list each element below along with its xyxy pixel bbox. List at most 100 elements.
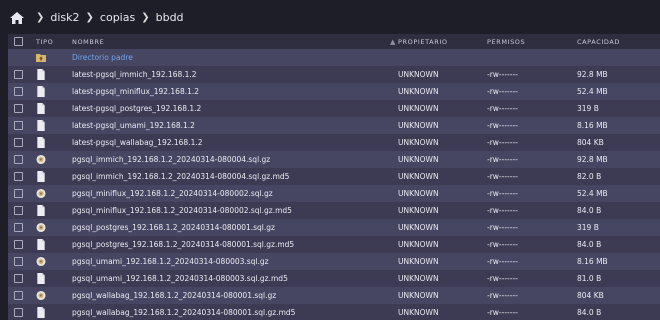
type-icon-cell: [36, 253, 72, 270]
breadcrumb-item-copias[interactable]: copias: [100, 11, 135, 24]
file-size: 804 KB: [577, 291, 604, 300]
file-owner: UNKNOWN: [398, 223, 439, 232]
table-row[interactable]: latest-pgsql_miniflux_192.168.1.2 UNKNOWN…: [8, 83, 660, 100]
table-row[interactable]: pgsql_immich_192.168.1.2_20240314-080004…: [8, 168, 660, 185]
table-row[interactable]: latest-pgsql_immich_192.168.1.2 UNKNOWN -r…: [8, 66, 660, 83]
parent-directory-row[interactable]: Directorio padre: [8, 49, 660, 66]
sort-up-icon[interactable]: ▲: [390, 38, 396, 46]
table-row[interactable]: pgsql_postgres_192.168.1.2_20240314-0800…: [8, 236, 660, 253]
file-owner: UNKNOWN: [398, 121, 439, 130]
parent-directory-link[interactable]: Directorio padre: [72, 49, 398, 66]
file-owner: UNKNOWN: [398, 291, 439, 300]
file-name[interactable]: pgsql_miniflux_192.168.1.2_20240314-0800…: [72, 202, 398, 219]
column-nombre-label: NOMBRE: [72, 37, 105, 46]
archive-icon: [36, 256, 46, 267]
archive-icon: [36, 154, 46, 165]
breadcrumb-item-bbdd[interactable]: bbdd: [156, 11, 184, 24]
column-tipo[interactable]: TIPO: [36, 34, 72, 49]
file-name[interactable]: pgsql_postgres_192.168.1.2_20240314-0800…: [72, 219, 398, 236]
archive-icon: [36, 290, 46, 301]
column-nombre[interactable]: NOMBRE ▲: [72, 34, 398, 49]
row-checkbox[interactable]: [14, 70, 23, 80]
column-capacidad[interactable]: CAPACIDAD: [577, 34, 660, 49]
breadcrumb-item-disk2[interactable]: disk2: [50, 11, 79, 24]
file-size: 319 B: [577, 223, 599, 232]
file-name[interactable]: latest-pgsql_miniflux_192.168.1.2: [72, 83, 398, 100]
empty-cell: [8, 49, 36, 66]
table-row[interactable]: latest-pgsql_umami_192.168.1.2 UNKNOWN -rw…: [8, 117, 660, 134]
file-size: 84.0 B: [577, 240, 602, 249]
table-row[interactable]: pgsql_postgres_192.168.1.2_20240314-0800…: [8, 219, 660, 236]
row-checkbox[interactable]: [14, 87, 23, 97]
file-name[interactable]: latest-pgsql_wallabag_192.168.1.2: [72, 134, 398, 151]
file-name[interactable]: pgsql_umami_192.168.1.2_20240314-080003.…: [72, 270, 398, 287]
row-checkbox[interactable]: [14, 138, 23, 148]
file-name[interactable]: latest-pgsql_umami_192.168.1.2: [72, 117, 398, 134]
table-row[interactable]: pgsql_umami_192.168.1.2_20240314-080003.…: [8, 253, 660, 270]
file-name[interactable]: pgsql_wallabag_192.168.1.2_20240314-0800…: [72, 287, 398, 304]
row-checkbox[interactable]: [14, 121, 23, 131]
file-name[interactable]: latest-pgsql_immich_192.168.1.2: [72, 66, 398, 83]
parent-directory-label[interactable]: Directorio padre: [72, 53, 133, 62]
table-row[interactable]: pgsql_immich_192.168.1.2_20240314-080004…: [8, 151, 660, 168]
file-permissions: -rw-------: [487, 240, 518, 249]
chevron-right-icon: ❯: [36, 12, 45, 23]
column-permisos[interactable]: PERMISOS: [487, 34, 577, 49]
file-name[interactable]: latest-pgsql_postgres_192.168.1.2: [72, 100, 398, 117]
table-row[interactable]: pgsql_wallabag_192.168.1.2_20240314-0800…: [8, 304, 660, 320]
file-size: 8.16 MB: [577, 121, 608, 130]
home-icon[interactable]: [10, 11, 24, 24]
file-name[interactable]: pgsql_wallabag_192.168.1.2_20240314-0800…: [72, 304, 398, 320]
empty-cell: [577, 49, 660, 66]
file-owner: UNKNOWN: [398, 138, 439, 147]
document-icon: [37, 273, 45, 284]
type-icon-cell: [36, 117, 72, 134]
table-row[interactable]: pgsql_wallabag_192.168.1.2_20240314-0800…: [8, 287, 660, 304]
type-icon-cell: [36, 287, 72, 304]
file-name[interactable]: pgsql_postgres_192.168.1.2_20240314-0800…: [72, 236, 398, 253]
row-checkbox[interactable]: [14, 172, 23, 182]
file-size: 804 KB: [577, 138, 604, 147]
file-size: 92.8 MB: [577, 70, 608, 79]
folder-up-icon: [36, 54, 46, 63]
document-icon: [37, 120, 45, 131]
row-checkbox-cell: [8, 151, 36, 168]
type-icon-cell: [36, 270, 72, 287]
document-icon: [37, 86, 45, 97]
table-row[interactable]: pgsql_miniflux_192.168.1.2_20240314-0800…: [8, 202, 660, 219]
row-checkbox[interactable]: [14, 104, 23, 114]
file-size: 319 B: [577, 104, 599, 113]
type-icon-cell: [36, 236, 72, 253]
file-name[interactable]: pgsql_immich_192.168.1.2_20240314-080004…: [72, 151, 398, 168]
type-icon-cell: [36, 304, 72, 320]
select-all-checkbox[interactable]: [14, 37, 23, 46]
file-name[interactable]: pgsql_immich_192.168.1.2_20240314-080004…: [72, 168, 398, 185]
chevron-right-icon: ❯: [141, 12, 150, 23]
column-propietario[interactable]: PROPIETARIO: [398, 34, 487, 49]
row-checkbox[interactable]: [14, 155, 23, 165]
file-name[interactable]: pgsql_miniflux_192.168.1.2_20240314-0800…: [72, 185, 398, 202]
file-owner: UNKNOWN: [398, 308, 439, 317]
row-checkbox[interactable]: [14, 257, 23, 267]
row-checkbox[interactable]: [14, 223, 23, 233]
table-row[interactable]: latest-pgsql_postgres_192.168.1.2 UNKNOWN…: [8, 100, 660, 117]
row-checkbox[interactable]: [14, 189, 23, 199]
file-name[interactable]: pgsql_umami_192.168.1.2_20240314-080003.…: [72, 253, 398, 270]
row-checkbox[interactable]: [14, 206, 23, 216]
type-icon-cell: [36, 168, 72, 185]
document-icon: [37, 239, 45, 250]
file-permissions: -rw-------: [487, 223, 518, 232]
table-row[interactable]: pgsql_umami_192.168.1.2_20240314-080003.…: [8, 270, 660, 287]
file-permissions: -rw-------: [487, 104, 518, 113]
row-checkbox[interactable]: [14, 274, 23, 284]
row-checkbox[interactable]: [14, 240, 23, 250]
file-permissions: -rw-------: [487, 172, 518, 181]
row-checkbox[interactable]: [14, 291, 23, 301]
breadcrumb: ❯ disk2 ❯ copias ❯ bbdd: [0, 0, 660, 35]
file-size: 81.0 B: [577, 274, 602, 283]
table-row[interactable]: pgsql_miniflux_192.168.1.2_20240314-0800…: [8, 185, 660, 202]
type-icon-cell: [36, 100, 72, 117]
table-row[interactable]: latest-pgsql_wallabag_192.168.1.2 UNKNOWN…: [8, 134, 660, 151]
row-checkbox-cell: [8, 270, 36, 287]
row-checkbox[interactable]: [14, 308, 23, 318]
